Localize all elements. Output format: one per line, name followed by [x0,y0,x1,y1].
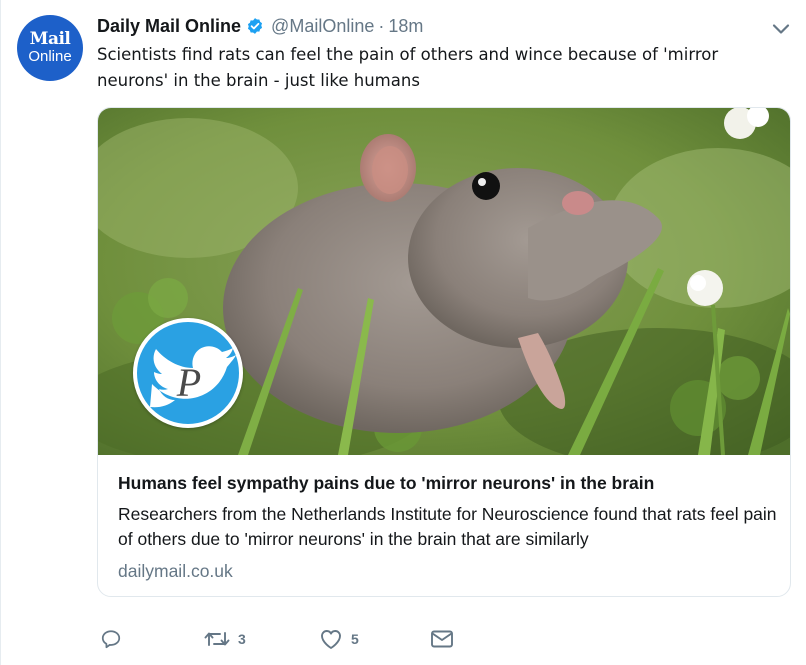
card-title: Humans feel sympathy pains due to 'mirro… [118,473,655,493]
retweet-icon [204,632,230,646]
separator-dot: · [378,15,385,36]
envelope-icon [431,630,453,648]
chevron-down-icon[interactable] [770,18,792,40]
avatar-line1: Mail [29,29,71,49]
handle[interactable]: @MailOnline [271,16,374,37]
twitter-bird-p-badge-icon: P [133,318,243,428]
svg-text:P: P [176,360,201,405]
tweet-header: Daily Mail Online @MailOnline · 18m [97,14,423,38]
card-description: Researchers from the Netherlands Institu… [118,504,777,549]
message-button[interactable] [430,624,454,654]
tweet-text: Scientists find rats can feel the pain o… [97,45,719,90]
frame-edge [0,0,1,665]
timestamp[interactable]: 18m [388,16,423,37]
heart-icon [321,630,341,649]
retweet-button[interactable]: 3 [204,624,246,654]
like-count: 5 [351,631,359,647]
tweet-actions: 3 5 [100,624,520,654]
like-button[interactable]: 5 [319,624,359,654]
card-body: Humans feel sympathy pains due to 'mirro… [118,470,778,583]
card-domain: dailymail.co.uk [118,561,233,581]
card-image[interactable]: P [98,108,790,455]
avatar-line2: Online [28,48,72,65]
retweet-count: 3 [238,631,246,647]
reply-icon [101,630,121,649]
link-card[interactable]: P Humans feel sympathy pains due to 'mir… [97,107,791,597]
display-name[interactable]: Daily Mail Online [97,16,241,37]
reply-button[interactable] [100,624,130,654]
verified-badge-icon [246,17,264,35]
avatar[interactable]: Mail Online [17,15,83,81]
